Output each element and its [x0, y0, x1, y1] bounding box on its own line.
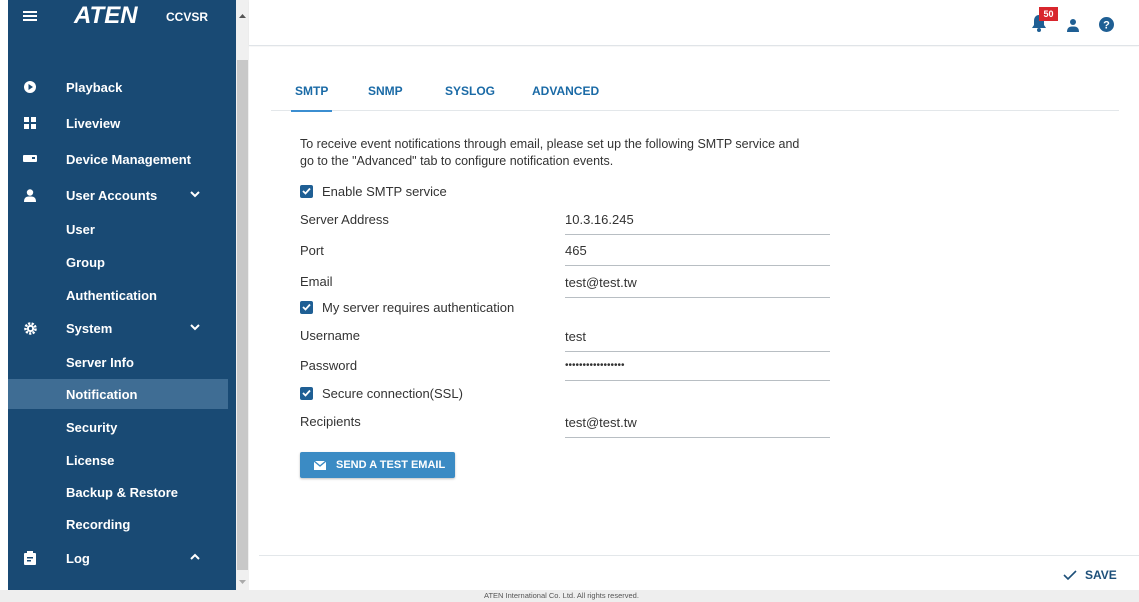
sidebar-header: ATEN CCVSR [8, 0, 236, 32]
check-icon [1063, 569, 1077, 581]
sidebar-item-label: Notification [66, 386, 138, 402]
device-icon [23, 152, 37, 166]
play-icon [23, 80, 37, 94]
send-test-email-button[interactable]: SEND A TEST EMAIL [300, 452, 455, 478]
main-content: SMTP SNMP SYSLOG ADVANCED To receive eve… [249, 47, 1139, 590]
hamburger-menu-icon[interactable] [20, 6, 40, 26]
mail-icon [313, 459, 327, 470]
server-address-field[interactable]: 10.3.16.245 [565, 211, 830, 235]
ssl-label: Secure connection(SSL) [322, 385, 463, 401]
save-label: SAVE [1085, 568, 1117, 582]
sidebar-item-device-management[interactable]: Device Management [8, 144, 228, 174]
footer: ATEN International Co. Ltd. All rights r… [0, 590, 1139, 602]
recipients-field[interactable]: test@test.tw [565, 414, 830, 438]
send-test-email-label: SEND A TEST EMAIL [336, 459, 446, 471]
product-name: CCVSR [166, 10, 209, 24]
clipboard-icon [23, 551, 37, 565]
sidebar-item-label: License [66, 452, 115, 468]
sidebar-item-label: Server Info [66, 354, 134, 370]
password-field[interactable]: ••••••••••••••••• [565, 357, 830, 381]
sidebar-scrollbar[interactable] [236, 0, 249, 590]
recipients-label: Recipients [300, 414, 361, 429]
sidebar-item-label: Group [66, 254, 105, 270]
aten-logo: ATEN [74, 2, 138, 29]
sidebar-item-recording[interactable]: Recording [8, 509, 228, 539]
chevron-down-icon [189, 321, 203, 335]
scroll-thumb[interactable] [237, 60, 248, 570]
sidebar-item-system[interactable]: System [8, 313, 228, 343]
scroll-down-arrow-icon[interactable] [236, 574, 249, 584]
sidebar-item-label: System [66, 320, 113, 336]
intro-line: To receive event notifications through e… [300, 137, 800, 151]
copyright-text: ATEN International Co. Ltd. All rights r… [484, 591, 639, 600]
email-field[interactable]: test@test.tw [565, 274, 830, 298]
enable-smtp-label: Enable SMTP service [322, 183, 447, 199]
tab-advanced[interactable]: ADVANCED [532, 83, 599, 111]
action-divider [259, 555, 1139, 556]
sidebar-item-log[interactable]: Log [8, 543, 228, 573]
sidebar-item-label: User Accounts [66, 187, 158, 203]
chevron-up-icon [189, 551, 203, 565]
sidebar-item-license[interactable]: License [8, 445, 228, 475]
username-label: Username [300, 328, 360, 343]
notification-count-badge: 50 [1039, 7, 1058, 21]
sidebar-item-group[interactable]: Group [8, 247, 228, 277]
auth-label: My server requires authentication [322, 299, 515, 315]
sidebar-item-label: Liveview [66, 115, 121, 131]
enable-smtp-checkbox[interactable] [300, 184, 313, 198]
tab-snmp[interactable]: SNMP [368, 83, 403, 111]
tab-bar: SMTP SNMP SYSLOG ADVANCED [271, 83, 1119, 112]
ssl-row: Secure connection(SSL) [300, 384, 463, 402]
sidebar-item-label: Backup & Restore [66, 484, 178, 500]
sidebar-item-server-info[interactable]: Server Info [8, 347, 228, 377]
username-field[interactable]: test [565, 328, 830, 352]
help-icon[interactable]: ? [1099, 17, 1114, 32]
auth-checkbox[interactable] [300, 300, 313, 314]
user-icon[interactable] [1067, 18, 1079, 32]
save-button[interactable]: SAVE [1063, 565, 1117, 585]
sidebar-item-label: Authentication [66, 287, 157, 303]
enable-smtp-row: Enable SMTP service [300, 182, 447, 200]
sidebar-item-notification[interactable]: Notification [8, 379, 228, 409]
tab-syslog[interactable]: SYSLOG [445, 83, 495, 111]
sidebar-item-label: Security [66, 419, 118, 435]
sidebar-item-label: Recording [66, 516, 131, 532]
grid-icon [23, 116, 37, 130]
port-field[interactable]: 465 [565, 242, 830, 266]
sidebar-item-label: Playback [66, 79, 123, 95]
auth-row: My server requires authentication [300, 298, 514, 316]
server-address-label: Server Address [300, 212, 389, 227]
sidebar-item-security[interactable]: Security [8, 412, 228, 442]
email-label: Email [300, 274, 333, 289]
sidebar-item-label: Device Management [66, 151, 191, 167]
svg-text:?: ? [1103, 20, 1110, 32]
scroll-up-arrow-icon[interactable] [236, 8, 249, 18]
intro-line: go to the "Advanced" tab to configure no… [300, 154, 614, 168]
ssl-checkbox[interactable] [300, 386, 313, 400]
sidebar-item-user-accounts[interactable]: User Accounts [8, 180, 228, 210]
top-header: 50 ? [249, 0, 1139, 46]
sidebar-item-user[interactable]: User [8, 214, 228, 244]
sidebar-item-authentication[interactable]: Authentication [8, 280, 228, 310]
smtp-intro-text: To receive event notifications through e… [300, 136, 840, 170]
sidebar-item-backup-restore[interactable]: Backup & Restore [8, 477, 228, 507]
sidebar-item-label: User [66, 221, 95, 237]
person-icon [23, 188, 37, 202]
sidebar: ATEN CCVSR Playback Liveview Device Mana… [8, 0, 236, 590]
password-label: Password [300, 358, 358, 373]
sidebar-item-liveview[interactable]: Liveview [8, 108, 228, 138]
sidebar-item-label: Log [66, 550, 90, 566]
gear-icon [23, 321, 37, 335]
chevron-down-icon [189, 188, 203, 202]
port-label: Port [300, 243, 324, 258]
tab-smtp[interactable]: SMTP [290, 83, 333, 112]
sidebar-item-playback[interactable]: Playback [8, 72, 228, 102]
